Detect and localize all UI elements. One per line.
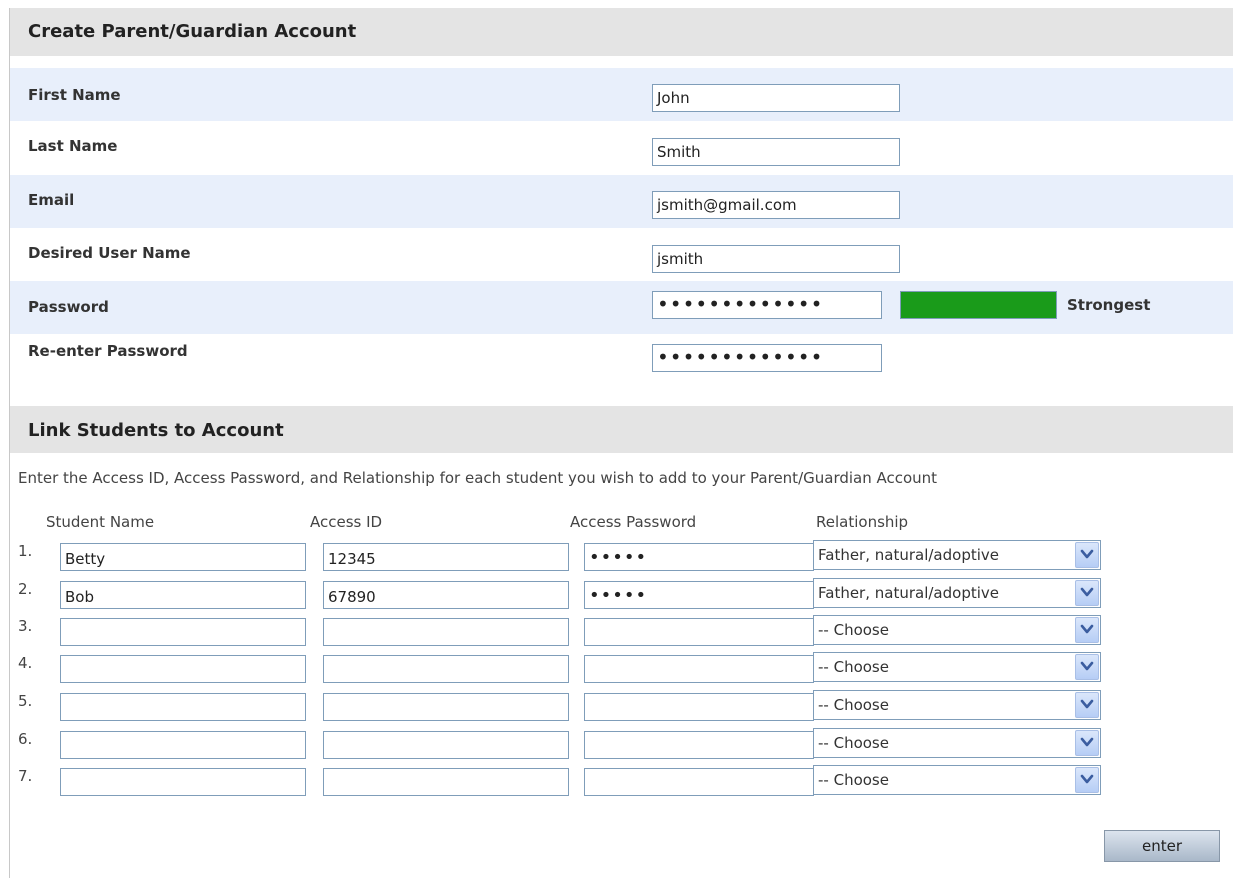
reenter-password-input[interactable]: ••••••••••••• — [652, 344, 882, 372]
relationship-select[interactable]: -- Choose — [813, 728, 1101, 758]
chevron-down-icon[interactable] — [1075, 767, 1099, 793]
access-password-input[interactable]: ••••• — [584, 543, 814, 571]
column-header-relationship: Relationship — [816, 513, 909, 531]
student-name-input[interactable] — [60, 618, 306, 646]
chevron-down-icon[interactable] — [1075, 730, 1099, 756]
chevron-down-icon[interactable] — [1075, 580, 1099, 606]
password-strength-bar — [900, 291, 1057, 319]
relationship-select[interactable]: -- Choose — [813, 765, 1101, 795]
relationship-select[interactable]: Father, natural/adoptive — [813, 578, 1101, 608]
student-row: 5. -- Choose — [10, 690, 1233, 728]
access-id-input[interactable] — [323, 618, 569, 646]
access-id-input[interactable]: 67890 — [323, 581, 569, 609]
student-name-input[interactable] — [60, 731, 306, 759]
row-number: 7. — [18, 767, 33, 785]
relationship-value: Father, natural/adoptive — [818, 584, 999, 602]
access-password-input[interactable] — [584, 731, 814, 759]
row-number: 6. — [18, 730, 33, 748]
first-name-input[interactable]: John — [652, 84, 900, 112]
student-name-input[interactable] — [60, 655, 306, 683]
username-input[interactable]: jsmith — [652, 245, 900, 273]
relationship-select[interactable]: -- Choose — [813, 615, 1101, 645]
first-name-row: First Name John — [10, 68, 1233, 121]
student-row: 1. Betty 12345 ••••• Father, natural/adoptiv… — [10, 540, 1233, 578]
chevron-down-icon[interactable] — [1075, 542, 1099, 568]
relationship-value: -- Choose — [818, 696, 889, 714]
access-id-input[interactable] — [323, 731, 569, 759]
access-password-input[interactable] — [584, 618, 814, 646]
link-instructions: Enter the Access ID, Access Password, an… — [18, 469, 938, 487]
email-label: Email — [28, 191, 75, 209]
last-name-row: Last Name Smith — [10, 121, 1233, 174]
reenter-password-label: Re-enter Password — [28, 342, 188, 360]
enter-button[interactable]: enter — [1104, 830, 1220, 862]
relationship-value: Father, natural/adoptive — [818, 546, 999, 564]
relationship-select[interactable]: -- Choose — [813, 652, 1101, 682]
relationship-value: -- Choose — [818, 658, 889, 676]
student-row: 4. -- Choose — [10, 652, 1233, 690]
chevron-down-icon[interactable] — [1075, 654, 1099, 680]
student-name-input[interactable]: Bob — [60, 581, 306, 609]
column-header-access-id: Access ID — [310, 513, 383, 531]
access-password-input[interactable]: ••••• — [584, 581, 814, 609]
student-name-input[interactable] — [60, 768, 306, 796]
student-name-input[interactable] — [60, 693, 306, 721]
chevron-down-icon[interactable] — [1075, 617, 1099, 643]
student-row: 3. -- Choose — [10, 615, 1233, 653]
password-row: Password ••••••••••••• Strongest — [10, 281, 1233, 334]
row-number: 2. — [18, 580, 33, 598]
access-id-input[interactable] — [323, 768, 569, 796]
first-name-label: First Name — [28, 86, 121, 104]
access-id-input[interactable]: 12345 — [323, 543, 569, 571]
chevron-down-icon[interactable] — [1075, 692, 1099, 718]
password-strength-label: Strongest — [1067, 296, 1151, 314]
relationship-value: -- Choose — [818, 621, 889, 639]
last-name-label: Last Name — [28, 137, 118, 155]
row-number: 5. — [18, 692, 33, 710]
create-account-header: Create Parent/Guardian Account — [10, 8, 1233, 56]
username-label: Desired User Name — [28, 244, 191, 262]
student-row: 6. -- Choose — [10, 728, 1233, 766]
access-password-input[interactable] — [584, 655, 814, 683]
student-name-input[interactable]: Betty — [60, 543, 306, 571]
username-row: Desired User Name jsmith — [10, 228, 1233, 281]
access-id-input[interactable] — [323, 655, 569, 683]
link-students-header: Link Students to Account — [10, 406, 1233, 453]
access-id-input[interactable] — [323, 693, 569, 721]
column-header-student-name: Student Name — [46, 513, 155, 531]
relationship-value: -- Choose — [818, 771, 889, 789]
row-number: 1. — [18, 542, 33, 560]
student-row: 2. Bob 67890 ••••• Father, natural/adoptive — [10, 578, 1233, 616]
email-row: Email jsmith@gmail.com — [10, 175, 1233, 228]
password-label: Password — [28, 298, 109, 316]
column-header-access-password: Access Password — [570, 513, 697, 531]
last-name-input[interactable]: Smith — [652, 138, 900, 166]
student-row: 7. -- Choose — [10, 765, 1233, 803]
access-password-input[interactable] — [584, 693, 814, 721]
password-input[interactable]: ••••••••••••• — [652, 291, 882, 319]
reenter-password-row: Re-enter Password ••••••••••••• — [10, 334, 1233, 387]
access-password-input[interactable] — [584, 768, 814, 796]
relationship-select[interactable]: Father, natural/adoptive — [813, 540, 1101, 570]
relationship-value: -- Choose — [818, 734, 889, 752]
email-input[interactable]: jsmith@gmail.com — [652, 191, 900, 219]
relationship-select[interactable]: -- Choose — [813, 690, 1101, 720]
row-number: 4. — [18, 654, 33, 672]
row-number: 3. — [18, 617, 33, 635]
